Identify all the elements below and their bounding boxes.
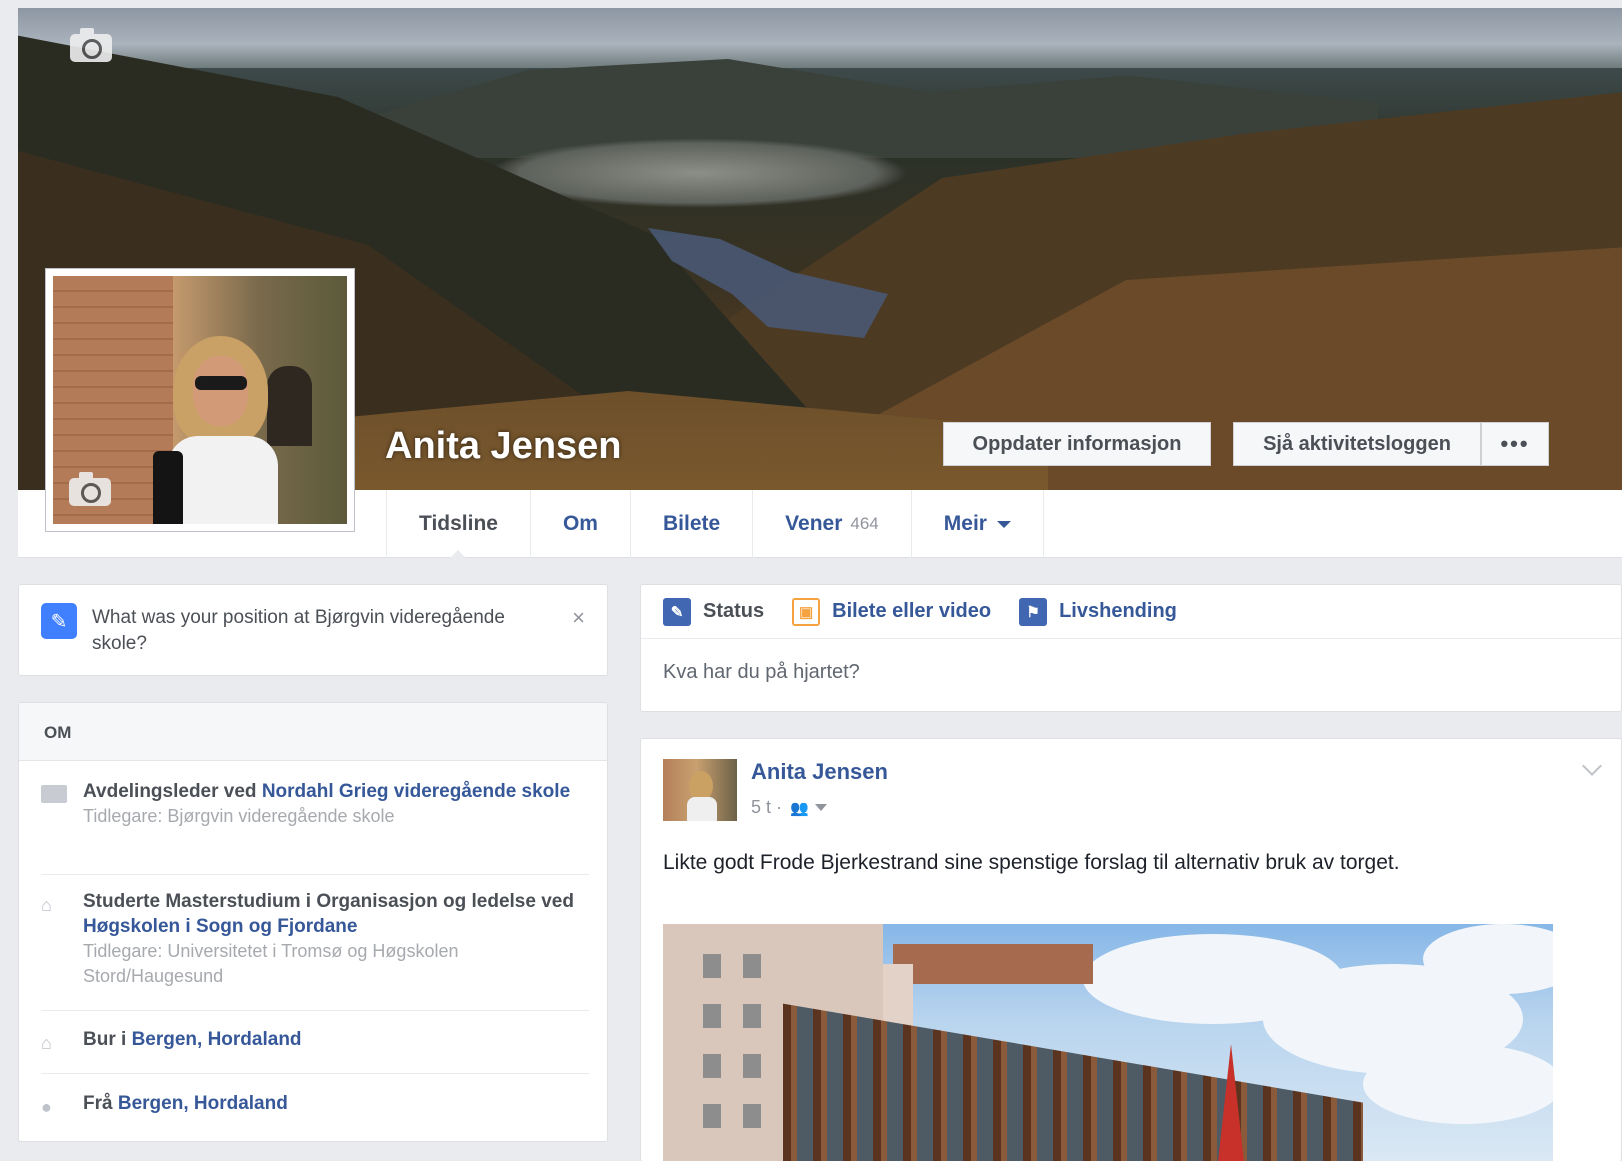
post-meta: 5 t · 👥: [751, 797, 827, 818]
cover-sky: [18, 8, 1622, 68]
about-heading: OM: [19, 703, 607, 761]
composer-tab-life-event[interactable]: ⚑ Livshending: [1019, 597, 1177, 626]
post-timestamp[interactable]: 5 t ·: [751, 797, 782, 818]
post-text: Likte godt Frode Bjerkestrand sine spens…: [663, 851, 1400, 874]
briefcase-icon: [41, 785, 67, 803]
activity-log-button[interactable]: Sjå aktivitetsloggen: [1233, 422, 1481, 466]
timeline-post: Anita Jensen 5 t · 👥 Likte godt Frode Bj…: [640, 738, 1622, 1161]
update-info-button[interactable]: Oppdater informasjon: [943, 422, 1211, 466]
profile-page: Anita Jensen Oppdater informasjon Sjå ak…: [0, 0, 1622, 1161]
pencil-icon[interactable]: ✎: [41, 603, 77, 639]
photo-icon: ▣: [792, 597, 821, 626]
profile-tabs: Tidsline Om Bilete Vener 464 Meir: [386, 490, 1044, 559]
tab-label: Meir: [943, 512, 987, 535]
tab-about[interactable]: Om: [529, 490, 630, 558]
work-link[interactable]: Nordahl Grieg videregående skole: [262, 781, 570, 802]
camera-icon[interactable]: [67, 472, 113, 510]
location-pin-icon: ●: [41, 1097, 52, 1117]
from-link[interactable]: Bergen, Hordaland: [118, 1093, 288, 1114]
prompt-question[interactable]: What was your position at Bjørgvin vider…: [92, 605, 512, 657]
lives-label: Bur i: [83, 1029, 132, 1050]
composer-tab-label: Status: [703, 600, 765, 622]
education-previous: Tidlegare: Universitetet i Tromsø og Høg…: [83, 941, 459, 986]
about-lives: ⌂ Bur i Bergen, Hordaland: [41, 1027, 589, 1053]
tab-label: Vener: [785, 512, 843, 535]
work-previous: Tidlegare: Bjørgvin videregående skole: [83, 806, 395, 826]
flag-icon: ⚑: [1019, 597, 1048, 626]
close-icon[interactable]: ×: [572, 605, 585, 631]
post-options-chevron-icon[interactable]: [1582, 756, 1602, 776]
about-from: ● Frå Bergen, Hordaland: [41, 1091, 589, 1117]
post-photo[interactable]: [663, 924, 1553, 1161]
tab-label: Tidsline: [419, 512, 498, 535]
profile-name[interactable]: Anita Jensen: [385, 425, 622, 468]
position-prompt-card: ✎ What was your position at Bjørgvin vid…: [18, 584, 608, 676]
post-composer: ✎ Status ▣ Bilete eller video ⚑ Livshend…: [640, 584, 1622, 712]
graduation-cap-icon: ⌂: [41, 895, 52, 915]
composer-tab-status[interactable]: ✎ Status: [663, 597, 765, 626]
friends-icon[interactable]: 👥: [790, 799, 809, 817]
composer-tab-label: Bilete eller video: [832, 600, 992, 622]
tab-friends[interactable]: Vener 464: [752, 490, 911, 558]
chevron-down-icon: [996, 520, 1011, 528]
home-icon: ⌂: [41, 1033, 52, 1053]
profile-picture[interactable]: [45, 268, 355, 532]
status-input[interactable]: Kva har du på hjartet?: [641, 639, 1621, 706]
about-work: Avdelingsleder ved Nordahl Grieg videreg…: [41, 779, 589, 829]
chevron-down-icon[interactable]: [814, 804, 827, 811]
composer-tab-label: Livshending: [1059, 600, 1177, 622]
tab-photos[interactable]: Bilete: [629, 490, 752, 558]
education-title: Studerte Masterstudium i Organisasjon og…: [83, 891, 574, 912]
profile-photo: [53, 276, 347, 524]
tab-more[interactable]: Meir: [910, 490, 1044, 558]
pencil-icon: ✎: [663, 597, 691, 626]
tab-timeline[interactable]: Tidsline: [386, 490, 530, 559]
camera-icon[interactable]: [68, 28, 114, 66]
composer-tab-photo[interactable]: ▣ Bilete eller video: [792, 597, 992, 626]
education-link[interactable]: Høgskolen i Sogn og Fjordane: [83, 916, 357, 937]
about-education: ⌂ Studerte Masterstudium i Organisasjon …: [41, 889, 589, 989]
more-options-button[interactable]: •••: [1481, 422, 1549, 466]
about-card: OM Avdelingsleder ved Nordahl Grieg vide…: [18, 702, 608, 1142]
lives-link[interactable]: Bergen, Hordaland: [132, 1029, 302, 1050]
tab-label: Om: [562, 512, 598, 535]
composer-tabs: ✎ Status ▣ Bilete eller video ⚑ Livshend…: [641, 585, 1621, 639]
tab-label: Bilete: [662, 512, 721, 535]
friends-count: 464: [850, 514, 879, 533]
work-title: Avdelingsleder ved: [83, 781, 262, 802]
avatar[interactable]: [663, 759, 737, 821]
post-author[interactable]: Anita Jensen: [751, 759, 888, 785]
from-label: Frå: [83, 1093, 118, 1114]
